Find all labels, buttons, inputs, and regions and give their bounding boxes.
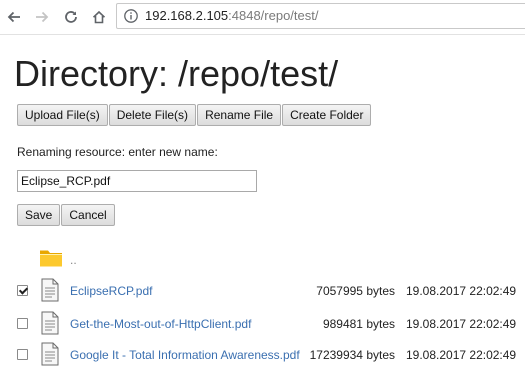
save-button[interactable]: Save — [17, 204, 61, 226]
file-link[interactable]: EclipseRCP.pdf — [70, 284, 153, 298]
file-link[interactable]: Get-the-Most-out-of-HttpClient.pdf — [70, 317, 251, 331]
url-host: 192.168.2.105 — [145, 8, 229, 23]
home-icon — [92, 10, 106, 24]
info-icon[interactable] — [123, 8, 139, 24]
browser-toolbar: 192.168.2.105:4848/repo/test/ — [0, 0, 525, 35]
url-path: :4848/repo/test/ — [228, 8, 319, 23]
folder-icon[interactable] — [39, 246, 63, 268]
file-checkbox[interactable] — [17, 285, 28, 296]
document-icon — [41, 278, 59, 302]
file-checkbox[interactable] — [17, 318, 28, 329]
action-toolbar: Upload File(s) Delete File(s) Rename Fil… — [17, 104, 372, 126]
rename-label: Renaming resource: enter new name: — [17, 145, 218, 159]
file-date: 19.08.2017 22:02:49 — [406, 284, 517, 298]
document-icon — [41, 311, 59, 335]
home-button[interactable] — [87, 5, 111, 29]
parent-folder-link[interactable]: .. — [70, 253, 77, 267]
rename-input[interactable] — [17, 170, 257, 192]
forward-button[interactable] — [30, 5, 54, 29]
file-row: Get-the-Most-out-of-HttpClient.pdf 98948… — [0, 311, 525, 337]
arrow-left-icon — [7, 11, 20, 23]
delete-files-button[interactable]: Delete File(s) — [108, 104, 197, 126]
rename-actions: Save Cancel — [17, 204, 116, 226]
cancel-button[interactable]: Cancel — [61, 204, 115, 226]
upload-files-button[interactable]: Upload File(s) — [17, 104, 108, 126]
arrow-right-icon — [36, 11, 49, 23]
parent-folder-row: .. — [0, 245, 525, 271]
reload-button[interactable] — [59, 5, 83, 29]
url-text: 192.168.2.105:4848/repo/test/ — [145, 8, 318, 24]
create-folder-button[interactable]: Create Folder — [282, 104, 372, 126]
page-title: Directory: /repo/test/ — [14, 53, 339, 94]
file-checkbox[interactable] — [17, 349, 28, 360]
back-button[interactable] — [2, 5, 26, 29]
file-link[interactable]: Google It - Total Information Awareness.… — [70, 348, 300, 362]
file-row: Google It - Total Information Awareness.… — [0, 342, 525, 368]
file-size: 989481 bytes — [322, 317, 395, 331]
file-size: 7057995 bytes — [316, 284, 395, 298]
file-date: 19.08.2017 22:02:49 — [406, 317, 517, 331]
reload-icon — [65, 11, 77, 23]
file-row: EclipseRCP.pdf 7057995 bytes 19.08.2017 … — [0, 278, 525, 304]
file-date: 19.08.2017 22:02:49 — [406, 348, 517, 362]
file-size: 17239934 bytes — [309, 348, 395, 362]
rename-file-button[interactable]: Rename File — [197, 104, 282, 126]
document-icon — [41, 342, 59, 366]
address-bar[interactable]: 192.168.2.105:4848/repo/test/ — [116, 3, 525, 29]
